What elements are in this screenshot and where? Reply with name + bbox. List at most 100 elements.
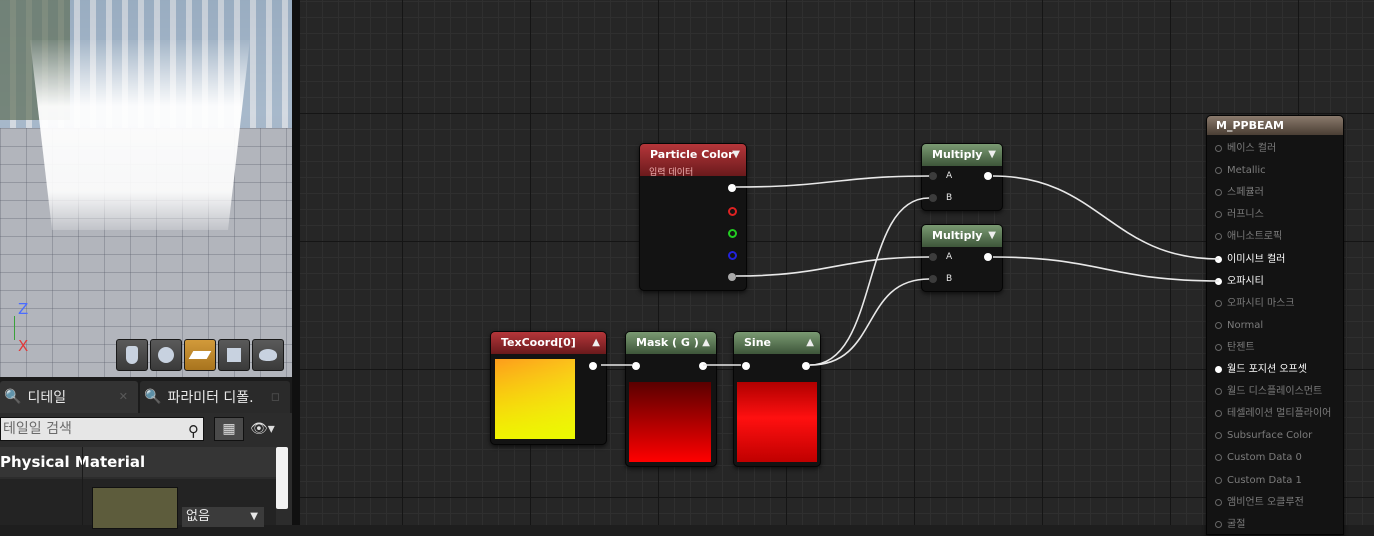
node-multiply-2[interactable]: Multiply ▼ A B	[921, 224, 1003, 292]
node-subtitle: 입력 데이터	[649, 168, 694, 178]
input-pin-b[interactable]	[929, 275, 937, 283]
collapse-arrow-icon[interactable]: ▼	[988, 144, 996, 166]
result-input-label: 애니소트로픽	[1227, 231, 1283, 243]
details-search-row: 테일일 검색 ⚲ ▦ 👁▾	[0, 417, 292, 443]
input-pin[interactable]	[742, 362, 750, 370]
result-input-label: Custom Data 1	[1227, 474, 1302, 486]
node-sine[interactable]: Sine ▲	[733, 331, 821, 467]
input-pin[interactable]	[1215, 454, 1222, 462]
input-pin-b[interactable]	[929, 194, 937, 202]
cube-icon[interactable]	[218, 339, 250, 371]
node-title: Multiply	[932, 148, 983, 161]
input-pin[interactable]	[632, 362, 640, 370]
magnifier-icon: ⚲	[188, 422, 199, 440]
node-material-result[interactable]: M_PPBEAM 베이스 컬러 Metallic 스페큘러 러프니스 애니소트로픽 이미시…	[1206, 115, 1344, 535]
close-icon[interactable]: ◻	[271, 390, 280, 403]
result-input-label: 탄젠트	[1227, 341, 1255, 353]
input-pin[interactable]	[1215, 277, 1222, 285]
result-input-label: 오파시티	[1227, 275, 1264, 287]
collapse-arrow-icon[interactable]: ▲	[806, 332, 814, 354]
node-multiply-1[interactable]: Multiply ▼ A B	[921, 143, 1003, 211]
tab-details-label: 디테일	[27, 390, 67, 406]
sphere-icon[interactable]	[150, 339, 182, 371]
pin-label-b: B	[946, 193, 953, 203]
input-pin[interactable]	[1215, 321, 1222, 329]
input-pin[interactable]	[1215, 366, 1222, 373]
input-pin[interactable]	[1215, 167, 1222, 175]
pin-label-b: B	[946, 274, 953, 284]
output-pin-rgb[interactable]	[728, 184, 736, 192]
output-pin-b[interactable]	[728, 251, 737, 260]
panel-splitter[interactable]	[292, 0, 300, 525]
node-header[interactable]: TexCoord[0] ▲	[491, 332, 606, 354]
input-pin[interactable]	[1215, 388, 1222, 396]
node-header[interactable]: Multiply ▼	[922, 225, 1002, 247]
output-pin-a[interactable]	[728, 273, 736, 281]
result-input-label: Subsurface Color	[1227, 430, 1313, 442]
teapot-icon[interactable]	[252, 339, 284, 371]
close-icon[interactable]: ✕	[119, 390, 128, 403]
node-header[interactable]: Mask ( G ) ▲	[626, 332, 716, 354]
node-header[interactable]: Particle Color 입력 데이터 ▼	[640, 144, 746, 178]
output-pin-r[interactable]	[728, 207, 737, 216]
input-pin[interactable]	[1215, 145, 1222, 152]
input-pin[interactable]	[1215, 520, 1222, 528]
node-title: Multiply	[932, 229, 983, 242]
grid-view-icon[interactable]: ▦	[214, 417, 244, 441]
node-header[interactable]: Sine ▲	[734, 332, 820, 354]
output-pin-g[interactable]	[728, 229, 737, 238]
output-pin[interactable]	[984, 172, 992, 180]
node-title: TexCoord[0]	[501, 336, 576, 349]
node-header[interactable]: M_PPBEAM	[1207, 116, 1343, 135]
result-input-label: 베이스 컬러	[1227, 143, 1277, 154]
details-search-input[interactable]: 테일일 검색 ⚲	[0, 417, 204, 441]
cylinder-icon[interactable]	[116, 339, 148, 371]
result-input-label: Custom Data 0	[1227, 452, 1302, 464]
node-particle-color[interactable]: Particle Color 입력 데이터 ▼	[639, 143, 747, 291]
result-input-label: 월드 디스플레이스먼트	[1227, 386, 1323, 398]
category-physical-material[interactable]: Physical Material	[0, 447, 276, 477]
input-pin[interactable]	[1215, 498, 1222, 506]
collapse-arrow-icon[interactable]: ▲	[702, 332, 710, 354]
input-pin[interactable]	[1215, 189, 1222, 197]
node-mask-g[interactable]: Mask ( G ) ▲	[625, 331, 717, 467]
property-column-divider[interactable]	[82, 447, 83, 525]
combo-value: 없음	[186, 509, 210, 524]
details-scrollbar[interactable]	[276, 447, 288, 509]
result-input-label: Metallic	[1227, 165, 1266, 177]
node-texcoord[interactable]: TexCoord[0] ▲	[490, 331, 607, 445]
collapse-arrow-icon[interactable]: ▼	[732, 144, 740, 166]
input-pin[interactable]	[1215, 410, 1222, 418]
details-tab-bar: 🔍 디테일 ✕ 🔍 파라미터 디폴. ◻	[0, 377, 292, 413]
physical-material-thumbnail[interactable]	[92, 487, 178, 529]
input-pin[interactable]	[1215, 211, 1222, 219]
result-input-label: 앰비언트 오클루전	[1227, 496, 1304, 508]
output-pin[interactable]	[984, 253, 992, 261]
input-pin-a[interactable]	[929, 253, 937, 261]
input-pin[interactable]	[1215, 299, 1222, 307]
collapse-arrow-icon[interactable]: ▲	[592, 332, 600, 354]
texcoord-preview	[495, 359, 575, 439]
input-pin[interactable]	[1215, 432, 1222, 440]
input-pin[interactable]	[1215, 255, 1222, 263]
output-pin[interactable]	[699, 362, 707, 370]
collapse-arrow-icon[interactable]: ▼	[988, 225, 996, 247]
input-pin[interactable]	[1215, 343, 1222, 351]
axis-y-line	[14, 316, 15, 340]
search-icon: 🔍	[4, 389, 22, 405]
plane-icon[interactable]	[184, 339, 216, 371]
node-header[interactable]: Multiply ▼	[922, 144, 1002, 166]
input-pin[interactable]	[1215, 476, 1222, 484]
tab-details[interactable]: 🔍 디테일 ✕	[0, 381, 138, 413]
tab-parameter-defaults[interactable]: 🔍 파라미터 디폴. ◻	[140, 381, 290, 413]
physical-material-combo[interactable]: 없음 ▼	[182, 507, 264, 527]
preview-shape-toolbar	[116, 339, 284, 371]
axis-x-label: X	[18, 337, 29, 355]
material-preview-viewport[interactable]: Z X	[0, 0, 292, 377]
input-pin[interactable]	[1215, 233, 1222, 241]
output-pin[interactable]	[802, 362, 810, 370]
sine-preview	[737, 382, 817, 462]
output-pin[interactable]	[589, 362, 597, 370]
input-pin-a[interactable]	[929, 172, 937, 180]
visibility-eye-icon[interactable]: 👁▾	[250, 417, 290, 441]
